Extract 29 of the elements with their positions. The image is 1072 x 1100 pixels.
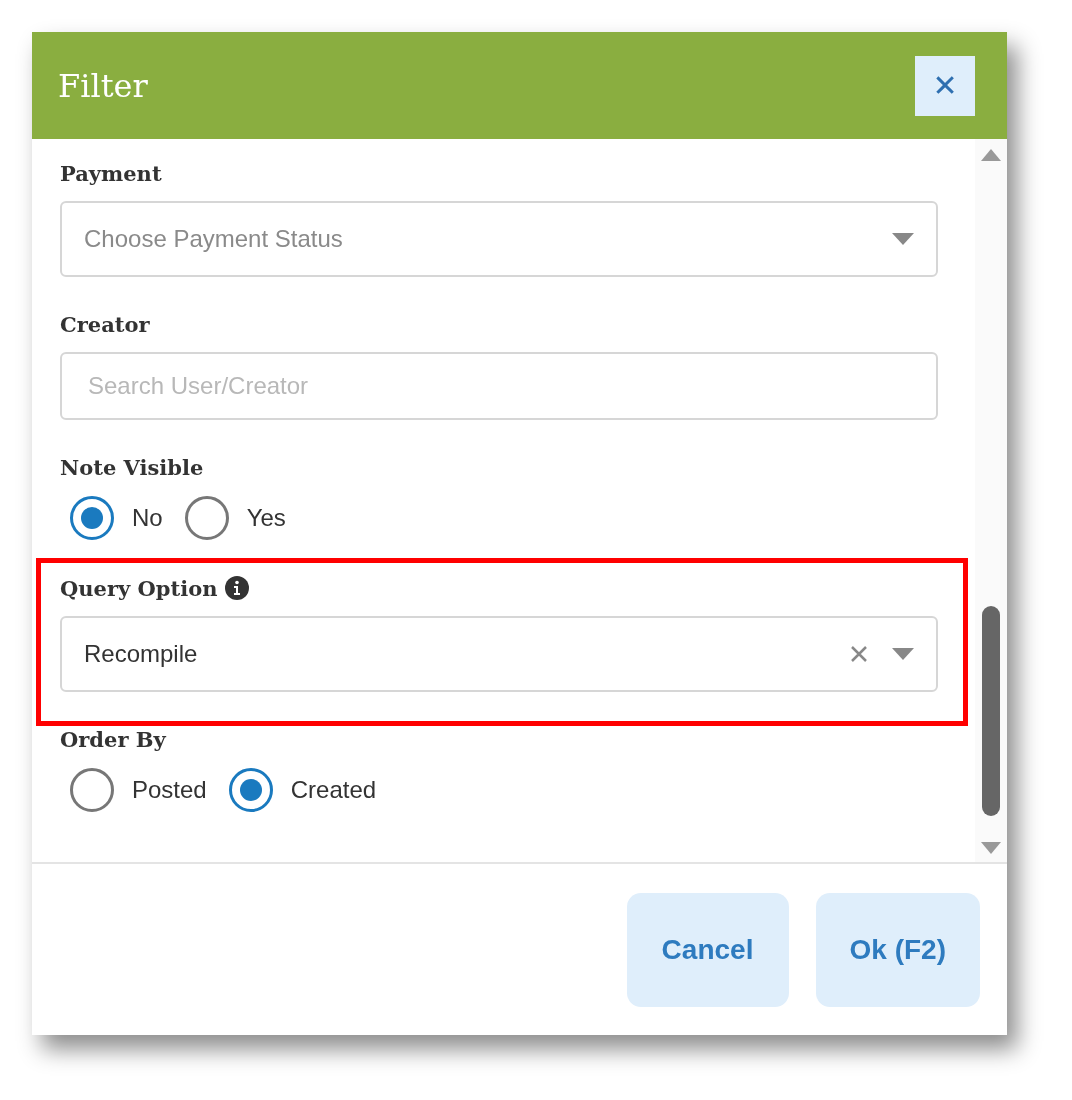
scroll-down-icon[interactable] [981, 842, 1001, 854]
radio-option[interactable]: Yes [184, 496, 286, 540]
cancel-button[interactable]: Cancel [626, 892, 789, 1007]
radio-button[interactable] [228, 768, 273, 812]
radio-button[interactable] [70, 496, 114, 540]
select-placeholder: Choose Payment Status [84, 225, 344, 253]
scroll-up-icon[interactable] [981, 149, 1001, 161]
dropdown-caret-icon[interactable] [892, 648, 914, 660]
select-field[interactable]: Recompile [60, 616, 938, 692]
clear-icon[interactable] [850, 645, 868, 663]
radio-button[interactable] [184, 496, 229, 540]
field-label: Query Option [60, 575, 218, 601]
dropdown-caret-icon[interactable] [892, 233, 914, 245]
dialog-title: Filter [58, 66, 148, 105]
select-value: Recompile [84, 640, 199, 668]
search-field[interactable]: Search User/Creator [60, 352, 938, 420]
field-label: Note Visible [60, 454, 204, 480]
field-label: Order By [60, 726, 166, 752]
info-icon[interactable] [225, 576, 250, 600]
scrollbar[interactable] [975, 139, 1007, 862]
scrollbar-thumb[interactable] [982, 606, 1000, 816]
radio-option[interactable]: Created [228, 768, 377, 812]
radio-option[interactable]: No [70, 496, 163, 540]
radio-button[interactable] [70, 768, 114, 812]
radio-option[interactable]: Posted [70, 768, 207, 812]
close-button[interactable]: ✕ [915, 55, 975, 116]
ok-button[interactable]: Ok (F2) [815, 892, 980, 1007]
field-label: Payment [60, 160, 162, 186]
field-label: Creator [60, 311, 150, 337]
